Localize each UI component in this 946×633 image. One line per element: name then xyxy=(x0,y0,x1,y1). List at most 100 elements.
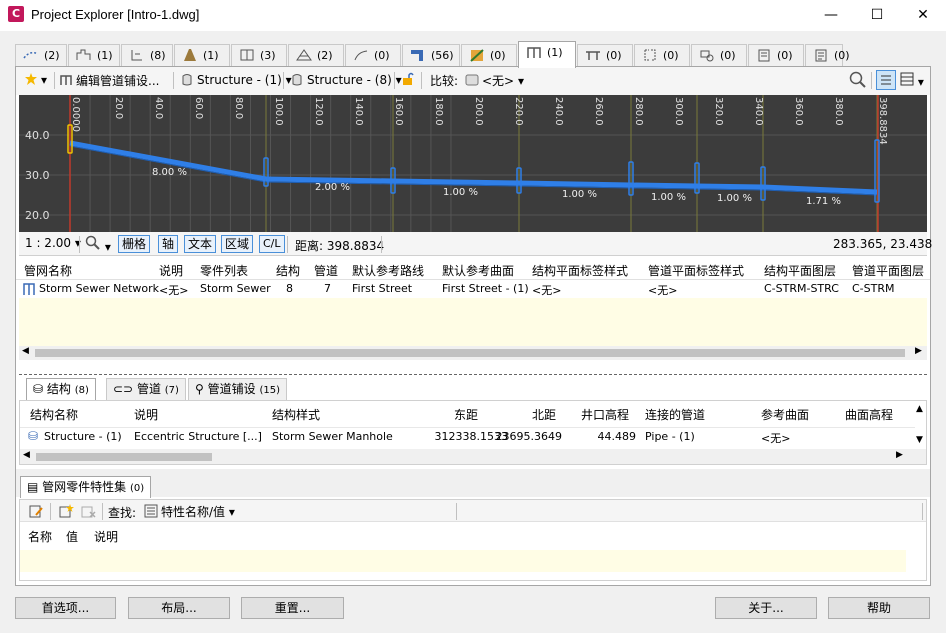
tab-surfaces[interactable]: (2) xyxy=(288,44,344,67)
column-header[interactable]: 结构样式 xyxy=(272,406,320,423)
feature-line-icon xyxy=(352,48,370,62)
tab-profile-views[interactable]: (8) xyxy=(121,44,173,67)
remove-propset-button[interactable] xyxy=(80,503,96,522)
minimize-button[interactable]: — xyxy=(808,0,854,31)
tab-profiles[interactable]: (1) xyxy=(68,44,120,67)
column-header[interactable]: 管道 xyxy=(314,262,338,279)
scroll-up-icon[interactable]: ▲ xyxy=(916,404,923,414)
scroll-down-icon[interactable]: ▼ xyxy=(916,435,923,445)
column-header[interactable]: 结构平面图层 xyxy=(764,262,836,279)
close-button[interactable]: ✕ xyxy=(900,0,946,31)
zoom-search-icon[interactable] xyxy=(849,71,867,92)
layout-button[interactable]: 布局... xyxy=(128,597,230,619)
column-header[interactable]: 参考曲面 xyxy=(761,406,809,423)
add-propset-button[interactable] xyxy=(58,503,74,522)
region-toggle[interactable]: 区域 xyxy=(221,235,254,253)
column-header[interactable]: 东距 xyxy=(454,406,478,423)
tab-parcels[interactable]: (0) xyxy=(691,44,747,67)
tab-assemblies[interactable]: (3) xyxy=(231,44,287,67)
edit-pipe-run-button[interactable]: 编辑管道铺设... xyxy=(59,72,159,89)
column-header[interactable]: 结构 xyxy=(276,262,300,279)
civil3d-app-icon: C xyxy=(8,6,24,22)
column-header[interactable]: 曲面高程 xyxy=(845,406,893,423)
toolbar-separator xyxy=(54,72,55,89)
toolbar-separator xyxy=(871,72,872,89)
vertical-scrollbar[interactable]: ▲ ▼ xyxy=(914,401,927,449)
zoom-dropdown[interactable]: ▾ xyxy=(85,235,111,254)
scroll-right-icon[interactable]: ▶ xyxy=(915,346,922,356)
axis-toggle[interactable]: 轴 xyxy=(158,235,179,253)
list-view-button[interactable] xyxy=(876,70,896,90)
horizontal-scrollbar[interactable]: ◀ ▶ xyxy=(19,346,927,360)
scrollbar-thumb[interactable] xyxy=(35,349,905,357)
centerline-toggle[interactable]: C/L xyxy=(259,235,285,253)
tab-sections[interactable]: (0) xyxy=(634,44,690,67)
list-view-icon xyxy=(881,75,891,85)
edit-propset-button[interactable] xyxy=(28,503,44,522)
column-header[interactable]: 井口高程 xyxy=(581,406,629,423)
tab-feature-lines[interactable]: (0) xyxy=(345,44,401,67)
scroll-left-icon[interactable]: ◀ xyxy=(22,346,29,356)
tab-alignments[interactable]: (2) xyxy=(15,44,67,67)
column-header[interactable]: 说明 xyxy=(94,528,118,545)
corridor-icon xyxy=(181,48,199,62)
tab-corridors[interactable]: (1) xyxy=(174,44,230,67)
profile-graph: 40.030.020.00.0000 20.0 40.0 60.0 80.0 100.0 1… xyxy=(19,95,927,232)
column-header[interactable]: 零件列表 xyxy=(200,262,248,279)
horizontal-scrollbar[interactable]: ◀ ▶ xyxy=(20,449,926,464)
find-dropdown[interactable]: 特性名称/值 ▾ xyxy=(144,503,235,520)
column-header[interactable]: 默认参考路线 xyxy=(352,262,424,279)
column-header[interactable]: 值 xyxy=(66,528,78,545)
column-header[interactable]: 北距 xyxy=(532,406,556,423)
scale-dropdown[interactable]: 1 : 2.00 ▾ xyxy=(25,236,81,250)
structure-a-dropdown[interactable]: Structure - (1) ▾ xyxy=(180,72,292,87)
table-row[interactable]: ⛁ Structure - (1) Eccentric Structure [.… xyxy=(20,427,915,445)
structure-b-dropdown[interactable]: Structure - (8) ▾ xyxy=(290,72,402,87)
compare-dropdown[interactable]: <无> ▾ xyxy=(465,72,524,89)
lock-button[interactable] xyxy=(401,72,418,87)
tab-pipes[interactable]: (56) xyxy=(402,44,460,67)
scroll-right-icon[interactable]: ▶ xyxy=(896,450,903,460)
column-header[interactable]: 管网名称 xyxy=(24,262,72,279)
column-header[interactable]: 名称 xyxy=(28,528,52,545)
profile-view[interactable]: 40.0 30.0 20.0 0.0000 20.0 40.0 60.0 80.0 100.0 1… xyxy=(19,95,927,232)
tab-sheets[interactable]: (0) xyxy=(748,44,804,67)
about-button[interactable]: 关于... xyxy=(715,597,817,619)
column-header[interactable]: 默认参考曲面 xyxy=(442,262,514,279)
subtab-structures[interactable]: ⛁ 结构 (8) xyxy=(26,378,96,400)
tab-corridor-surfaces[interactable]: (0) xyxy=(461,44,517,67)
subtab-pipes[interactable]: ⊂⊃ 管道 (7) xyxy=(106,378,186,400)
connected-pipes-cell: Pipe - (1) xyxy=(645,430,695,443)
tab-pipe-networks[interactable]: (1) xyxy=(518,41,576,68)
grid-toggle[interactable]: 栅格 xyxy=(118,235,151,253)
empty-rows-area xyxy=(19,298,927,346)
x-axis-label: 120.0 xyxy=(313,97,324,126)
layout-dropdown[interactable]: ▾ xyxy=(900,72,924,89)
x-axis-label: 160.0 xyxy=(393,97,404,126)
maximize-button[interactable]: ☐ xyxy=(854,0,900,31)
tab-reports[interactable]: (0) xyxy=(805,44,850,67)
new-structure-dropdown[interactable]: ▾ xyxy=(24,72,47,87)
splitter-bar[interactable] xyxy=(19,374,927,376)
help-button[interactable]: 帮助 xyxy=(828,597,930,619)
column-header[interactable]: 说明 xyxy=(159,262,183,279)
subtab-pipe-runs[interactable]: ⚲ 管道铺设 (15) xyxy=(188,378,287,400)
preferences-button[interactable]: 首选项... xyxy=(15,597,116,619)
scroll-left-icon[interactable]: ◀ xyxy=(23,450,30,460)
surface-swatch-icon xyxy=(465,73,479,87)
column-header[interactable]: 管道平面标签样式 xyxy=(648,262,744,279)
reset-button[interactable]: 重置... xyxy=(241,597,344,619)
column-header[interactable]: 管道平面图层 xyxy=(852,262,924,279)
column-header[interactable]: 结构平面标签样式 xyxy=(532,262,628,279)
grid-layout-icon xyxy=(900,72,914,86)
column-header[interactable]: 结构名称 xyxy=(30,406,78,423)
subtab-property-sets[interactable]: ▤ 管网零件特性集 (0) xyxy=(20,476,152,498)
tab-pressure-networks[interactable]: (0) xyxy=(577,44,633,67)
table-row[interactable]: Storm Sewer Network <无> Storm Sewer 8 7 … xyxy=(16,281,930,297)
column-header[interactable]: 连接的管道 xyxy=(645,406,705,423)
scrollbar-thumb[interactable] xyxy=(36,453,212,461)
slope-label: 1.00 % xyxy=(443,187,478,198)
y-axis-label: 40.0 xyxy=(25,129,50,142)
text-toggle[interactable]: 文本 xyxy=(184,235,217,253)
column-header[interactable]: 说明 xyxy=(134,406,158,423)
